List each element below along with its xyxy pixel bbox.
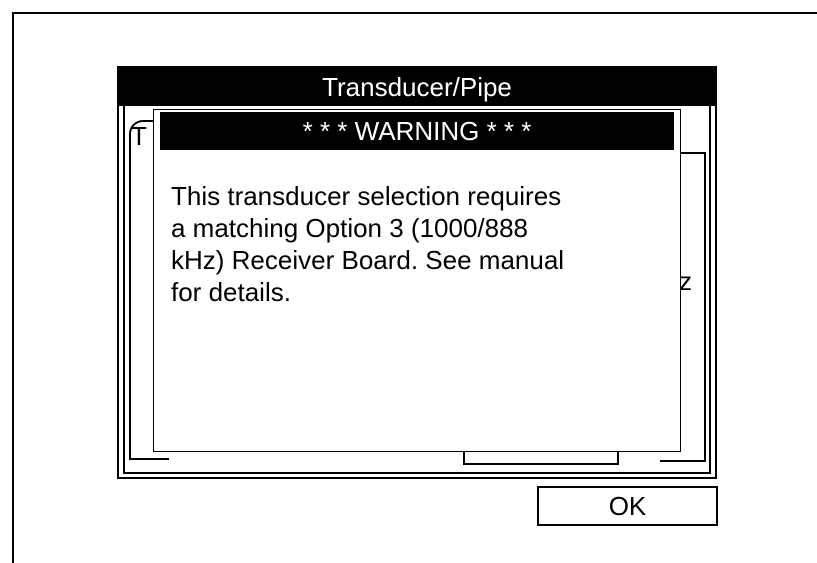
warning-message-line: for details. <box>171 277 291 307</box>
window-title: Transducer/Pipe <box>119 68 715 106</box>
background-panel-text: z <box>679 266 692 296</box>
warning-message-line: kHz) Receiver Board. See manual <box>171 245 565 275</box>
screen-frame-left <box>12 12 14 563</box>
screen-frame-top <box>12 12 817 14</box>
background-tab-label: T <box>131 121 147 151</box>
warning-message-line: This transducer selection requires <box>171 181 562 211</box>
warning-message-line: a matching Option 3 (1000/888 <box>171 213 529 243</box>
warning-dialog-title: * * * WARNING * * * <box>160 112 674 150</box>
ok-button[interactable]: OK <box>537 486 718 526</box>
